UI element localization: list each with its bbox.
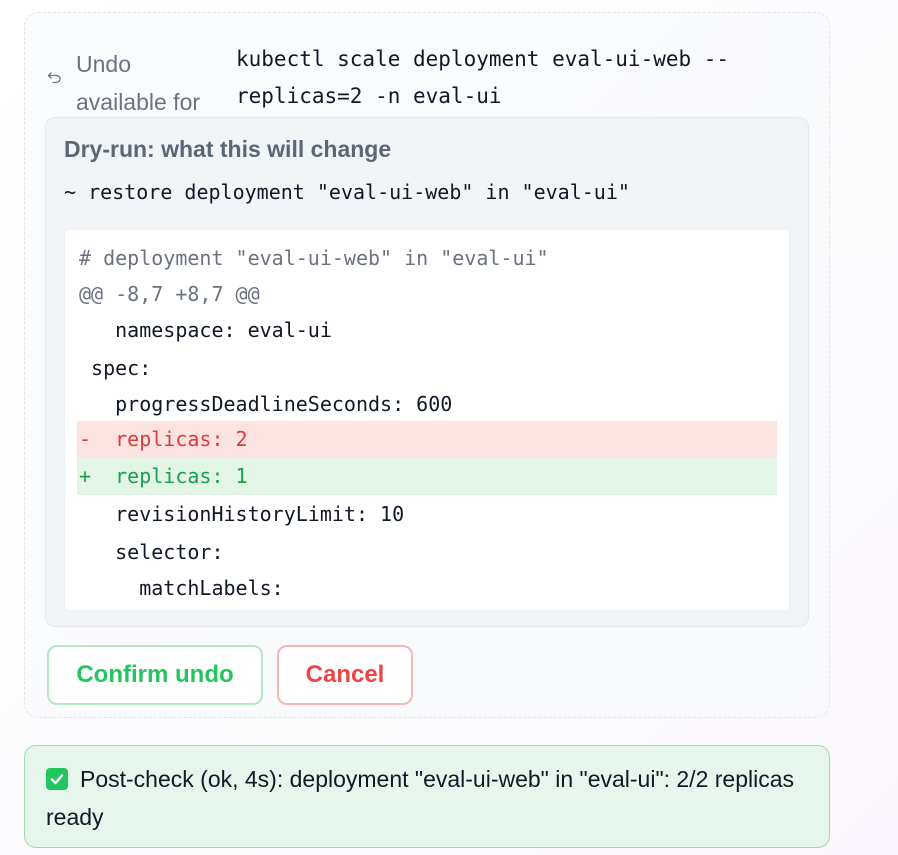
diff-context-line: matchLabels:: [79, 576, 284, 600]
undo-header: Undo available for kubectl scale deploym…: [47, 29, 817, 115]
undo-arrow-icon: [47, 72, 61, 84]
undo-label-line: Undo: [76, 51, 131, 77]
dry-run-title: Dry-run: what this will change: [64, 136, 392, 162]
undo-availability-label: Undo available for: [76, 45, 226, 121]
undo-command: kubectl scale deployment eval-ui-web -- …: [236, 41, 796, 115]
check-mark-icon: [46, 768, 68, 790]
diff-added-line: + replicas: 1: [77, 458, 777, 495]
diff-comment-line: # deployment "eval-ui-web" in "eval-ui": [79, 246, 549, 270]
post-check-text: Post-check (ok, 4s): deployment "eval-ui…: [46, 766, 795, 830]
undo-command-line: kubectl scale deployment eval-ui-web --: [236, 47, 730, 71]
post-check-message: Post-check (ok, 4s): deployment "eval-ui…: [46, 760, 816, 836]
diff-view[interactable]: # deployment "eval-ui-web" in "eval-ui" …: [64, 229, 790, 611]
diff-context-line: selector:: [79, 540, 224, 564]
undo-label-line: available for: [76, 89, 201, 115]
undo-command-line: replicas=2 -n eval-ui: [236, 84, 502, 108]
undo-panel: Undo available for kubectl scale deploym…: [24, 12, 830, 718]
diff-removed-line: - replicas: 2: [77, 421, 777, 458]
dry-run-summary: ~ restore deployment "eval-ui-web" in "e…: [64, 180, 630, 204]
diff-hunk-header: @@ -8,7 +8,7 @@: [79, 282, 260, 306]
diff-context-line: revisionHistoryLimit: 10: [79, 502, 405, 526]
dry-run-panel: Dry-run: what this will change ~ restore…: [45, 117, 809, 627]
diff-context-line: namespace: eval-ui: [79, 318, 332, 342]
post-check-banner: Post-check (ok, 4s): deployment "eval-ui…: [24, 745, 830, 848]
confirm-undo-button[interactable]: Confirm undo: [47, 645, 263, 705]
cancel-button[interactable]: Cancel: [277, 645, 413, 705]
diff-context-line: progressDeadlineSeconds: 600: [79, 392, 453, 416]
diff-context-line: spec:: [79, 356, 152, 380]
